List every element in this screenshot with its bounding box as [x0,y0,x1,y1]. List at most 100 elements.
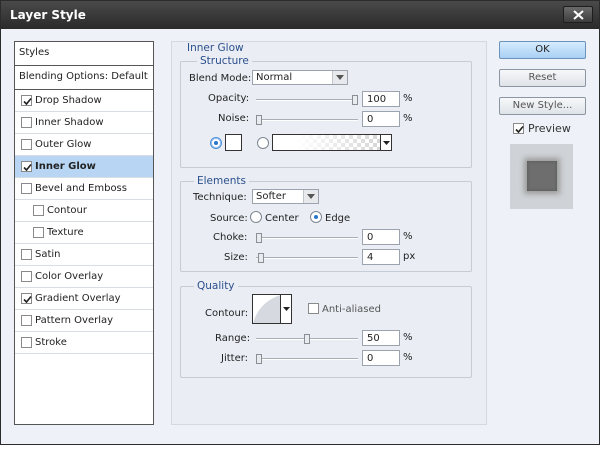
style-item-label: Outer Glow [35,139,92,150]
size-label: Size: [224,252,248,263]
jitter-label: Jitter: [221,353,249,364]
jitter-slider[interactable] [256,354,358,364]
chevron-down-icon [383,141,390,145]
noise-slider[interactable] [256,115,358,125]
source-center-radio[interactable] [250,211,262,223]
solid-color-radio[interactable] [210,137,222,149]
style-item-label: Inner Glow [35,161,96,172]
contour-dropdown-arrow[interactable] [280,295,291,323]
style-checkbox[interactable] [21,315,32,326]
style-checkbox[interactable] [33,205,44,216]
source-edge-label: Edge [325,213,351,224]
choke-input-value: 0 [367,232,374,243]
style-item[interactable]: Bevel and Emboss [15,178,153,200]
structure-title: Structure [197,55,252,67]
blending-options-label: Blending Options: Default [19,71,148,82]
style-checkbox[interactable] [21,117,32,128]
reset-button[interactable]: Reset [499,69,586,87]
preview-checkbox[interactable] [513,123,524,134]
chevron-down-icon [307,194,315,199]
style-item[interactable]: Contour [15,200,153,222]
size-slider-thumb[interactable] [258,253,264,263]
style-checkbox[interactable] [21,95,32,106]
styles-list: Styles Blending Options: Default Drop Sh… [14,41,154,425]
size-input-value: 4 [367,252,374,263]
styles-header-label: Styles [19,47,50,58]
jitter-unit: % [403,352,413,363]
style-item-label: Satin [35,249,61,260]
opacity-input[interactable]: 100 [362,91,400,107]
gradient-radio[interactable] [257,137,269,149]
size-input[interactable]: 4 [362,249,400,265]
choke-input[interactable]: 0 [362,229,400,245]
style-checkbox[interactable] [21,183,32,194]
style-checkbox[interactable] [21,337,32,348]
style-checkbox[interactable] [21,271,32,282]
style-item[interactable]: Inner Glow [15,156,153,178]
style-item[interactable]: Drop Shadow [15,90,153,112]
jitter-input[interactable]: 0 [362,350,400,366]
style-item[interactable]: Inner Shadow [15,112,153,134]
choke-label: Choke: [213,232,248,243]
style-checkbox[interactable] [21,139,32,150]
style-checkbox[interactable] [21,293,32,304]
anti-aliased-checkbox[interactable] [308,303,319,314]
range-slider[interactable] [256,334,358,344]
style-checkbox[interactable] [33,227,44,238]
style-item[interactable]: Texture [15,222,153,244]
styles-header[interactable]: Styles [15,42,153,66]
technique-dropdown[interactable]: Softer [252,189,319,204]
range-unit: % [403,332,413,343]
range-input[interactable]: 50 [362,330,400,346]
size-slider[interactable] [256,253,358,263]
anti-aliased-label: Anti-aliased [322,304,382,315]
style-item-label: Contour [47,205,87,216]
chevron-down-icon [336,75,344,80]
opacity-slider[interactable] [256,95,358,105]
choke-slider-thumb[interactable] [256,233,262,243]
opacity-unit: % [403,93,413,104]
blend-mode-arrow [332,71,347,84]
style-item-label: Texture [47,227,84,238]
contour-curve-icon [253,295,281,323]
gradient-picker[interactable] [272,134,392,151]
blending-options-item[interactable]: Blending Options: Default [15,66,153,90]
opacity-input-value: 100 [367,94,387,105]
style-checkbox[interactable] [21,161,32,172]
style-checkbox[interactable] [21,249,32,260]
noise-input[interactable]: 0 [362,111,400,127]
style-item-label: Pattern Overlay [35,315,114,326]
style-item[interactable]: Satin [15,244,153,266]
size-unit: px [403,251,416,262]
style-item[interactable]: Pattern Overlay [15,310,153,332]
opacity-slider-thumb[interactable] [352,95,358,105]
style-item[interactable]: Gradient Overlay [15,288,153,310]
jitter-slider-thumb[interactable] [256,354,262,364]
elements-title: Elements [194,175,249,187]
source-edge-radio[interactable] [310,211,322,223]
range-label: Range: [215,333,251,344]
quality-group [180,286,472,378]
noise-input-value: 0 [367,114,374,125]
technique-value: Softer [256,191,286,202]
contour-label: Contour: [205,308,249,319]
gradient-dropdown-arrow[interactable] [380,135,391,150]
opacity-label: Opacity: [208,93,250,104]
ok-button[interactable]: OK [499,41,586,59]
range-slider-thumb[interactable] [304,334,310,344]
contour-picker[interactable] [252,294,292,324]
dialog-title: Layer Style [10,8,86,22]
blend-mode-value: Normal [256,72,293,83]
new-style-button[interactable]: New Style... [499,97,586,115]
style-item[interactable]: Color Overlay [15,266,153,288]
style-item[interactable]: Outer Glow [15,134,153,156]
noise-slider-thumb[interactable] [256,115,262,125]
range-input-value: 50 [367,333,380,344]
blend-mode-dropdown[interactable]: Normal [252,70,348,85]
choke-slider[interactable] [256,233,358,243]
glow-color-swatch[interactable] [225,134,242,151]
style-item[interactable]: Stroke [15,332,153,354]
checkmark-icon [23,163,32,172]
close-button[interactable] [563,6,593,23]
style-item-label: Stroke [35,337,67,348]
